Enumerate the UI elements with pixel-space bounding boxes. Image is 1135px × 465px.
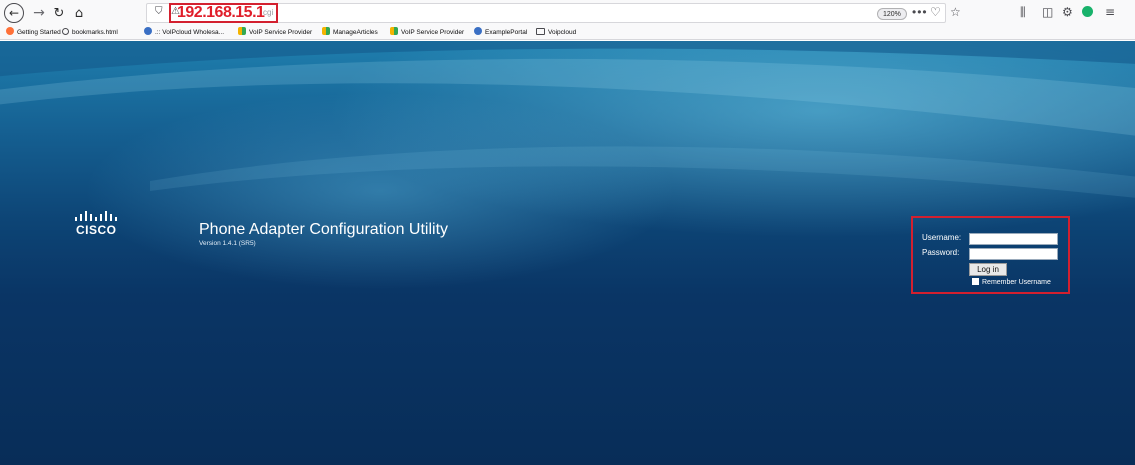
username-input[interactable]: [969, 233, 1058, 245]
extension-icon[interactable]: ⚙: [1062, 5, 1073, 19]
bookmark-item[interactable]: ManageArticles: [322, 27, 378, 39]
checkbox-icon[interactable]: [972, 278, 979, 285]
bookmark-item[interactable]: .:: VoIPcloud Wholesa...: [144, 27, 224, 39]
login-page: CISCO Phone Adapter Configuration Utilit…: [0, 41, 1135, 465]
browser-toolbar: ← → ↻ ⌂ ⛉ ⚠ 192.168.15.1 cgi 120% ••• ♡ …: [0, 0, 1135, 26]
extension-green-icon[interactable]: [1082, 6, 1093, 17]
bookmarks-toolbar: Getting Started bookmarks.html .:: VoIPc…: [0, 26, 1135, 40]
bookmark-item[interactable]: VoIP Service Provider: [390, 27, 464, 39]
back-arrow-icon[interactable]: ←: [4, 3, 24, 23]
leaf-icon: [238, 27, 246, 35]
login-button[interactable]: Log in: [969, 263, 1007, 276]
remember-username-label: Remember Username: [982, 279, 1051, 286]
forward-arrow-icon[interactable]: →: [28, 2, 50, 24]
username-label: Username:: [922, 233, 962, 242]
url-host[interactable]: 192.168.15.1: [177, 4, 265, 22]
leaf-icon: [390, 27, 398, 35]
url-path[interactable]: cgi: [263, 8, 273, 17]
version-text: Version 1.4.1 (SR5): [199, 240, 256, 247]
bookmark-item[interactable]: Getting Started: [6, 27, 61, 39]
bookmark-item[interactable]: VoIP Service Provider: [238, 27, 312, 39]
page-title: Phone Adapter Configuration Utility: [199, 221, 449, 238]
hamburger-menu-icon[interactable]: ≡: [1105, 5, 1115, 19]
globe-icon: [62, 28, 69, 35]
voipcloud-icon: [474, 27, 482, 35]
home-icon[interactable]: ⌂: [68, 2, 90, 24]
leaf-icon: [322, 27, 330, 35]
zoom-level-badge[interactable]: 120%: [877, 8, 907, 20]
shield-icon[interactable]: ⛉: [155, 6, 163, 17]
library-icon[interactable]: ⫼: [1020, 5, 1026, 20]
page-actions-icon[interactable]: •••: [912, 5, 928, 19]
bookmark-item[interactable]: bookmarks.html: [62, 27, 118, 39]
voipcloud-icon: [144, 27, 152, 35]
sidebar-icon[interactable]: ◫: [1042, 5, 1053, 19]
password-label: Password:: [922, 248, 960, 257]
folder-icon: [536, 28, 545, 35]
reload-icon[interactable]: ↻: [48, 2, 70, 24]
bookmark-item[interactable]: ExamplePortal: [474, 27, 527, 39]
firefox-icon: [6, 27, 14, 35]
url-bar[interactable]: ⛉ ⚠ 192.168.15.1 cgi 120% ••• ♡ ☆: [146, 3, 961, 23]
remember-username-checkbox[interactable]: Remember Username: [972, 278, 1051, 286]
bookmark-item[interactable]: Voipcloud: [536, 27, 576, 39]
pocket-icon[interactable]: ♡: [930, 5, 941, 19]
cisco-wordmark: CISCO: [76, 223, 117, 237]
password-input[interactable]: [969, 248, 1058, 260]
bookmark-star-icon[interactable]: ☆: [950, 5, 961, 19]
